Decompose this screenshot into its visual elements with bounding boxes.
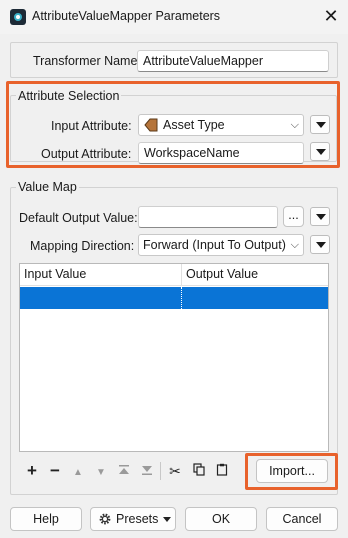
default-output-input[interactable] — [138, 206, 278, 228]
ok-button[interactable]: OK — [185, 507, 257, 531]
default-output-browse-button[interactable]: ... — [283, 206, 304, 227]
output-attribute-input[interactable]: WorkspaceName — [138, 142, 304, 164]
presets-button[interactable]: Presets — [90, 507, 176, 531]
toolbar-divider — [160, 462, 161, 480]
chevron-down-icon: ⌵ — [290, 239, 299, 251]
remove-row-icon[interactable]: − — [47, 462, 63, 479]
presets-label: Presets — [116, 512, 159, 526]
input-attribute-label: Input Attribute: — [51, 119, 132, 133]
row-output-cell[interactable] — [182, 287, 328, 309]
mapping-direction-menu-button[interactable] — [310, 235, 330, 254]
copy-icon[interactable] — [191, 463, 207, 479]
cut-icon[interactable]: ✂ — [167, 463, 183, 479]
mapping-direction-combo[interactable]: Forward (Input To Output) ⌵ — [138, 234, 304, 256]
table-header: Input Value Output Value — [20, 264, 328, 286]
help-button[interactable]: Help — [10, 507, 82, 531]
transformer-name-label: Transformer Name: — [33, 54, 141, 68]
gear-icon — [99, 513, 111, 525]
column-header-input-value[interactable]: Input Value — [20, 264, 86, 285]
move-up-icon[interactable]: ▲ — [70, 465, 86, 481]
default-output-menu-button[interactable] — [310, 207, 330, 226]
import-button[interactable]: Import... — [256, 459, 328, 483]
default-output-label: Default Output Value: — [19, 211, 138, 225]
presets-dropdown-icon — [163, 517, 171, 522]
output-attribute-menu-button[interactable] — [310, 142, 330, 161]
move-to-top-icon[interactable] — [116, 464, 132, 482]
close-icon[interactable]: ✕ — [318, 4, 344, 28]
fme-app-icon — [10, 9, 26, 25]
mapping-direction-label: Mapping Direction: — [30, 239, 135, 253]
mapping-direction-value: Forward (Input To Output) — [143, 238, 286, 252]
attribute-selection-title: Attribute Selection — [16, 89, 122, 103]
column-header-output-value[interactable]: Output Value — [182, 264, 258, 285]
value-map-title: Value Map — [16, 180, 79, 194]
table-row[interactable] — [20, 287, 328, 309]
input-attribute-combo[interactable]: Asset Type ⌵ — [138, 114, 304, 136]
window-title: AttributeValueMapper Parameters — [32, 9, 221, 23]
input-attribute-menu-button[interactable] — [310, 115, 330, 134]
input-attribute-value: Asset Type — [163, 118, 225, 132]
value-map-table[interactable]: Input Value Output Value — [19, 263, 329, 452]
output-attribute-label: Output Attribute: — [41, 147, 132, 161]
move-down-icon[interactable]: ▼ — [93, 465, 109, 481]
paste-icon[interactable] — [214, 463, 230, 479]
add-row-icon[interactable]: + — [24, 462, 40, 479]
chevron-down-icon: ⌵ — [290, 119, 299, 131]
row-input-cell[interactable] — [20, 287, 181, 309]
transformer-name-input[interactable]: AttributeValueMapper — [137, 50, 329, 72]
move-to-bottom-icon[interactable] — [139, 464, 155, 482]
attribute-tag-icon — [144, 118, 158, 132]
cancel-button[interactable]: Cancel — [266, 507, 338, 531]
